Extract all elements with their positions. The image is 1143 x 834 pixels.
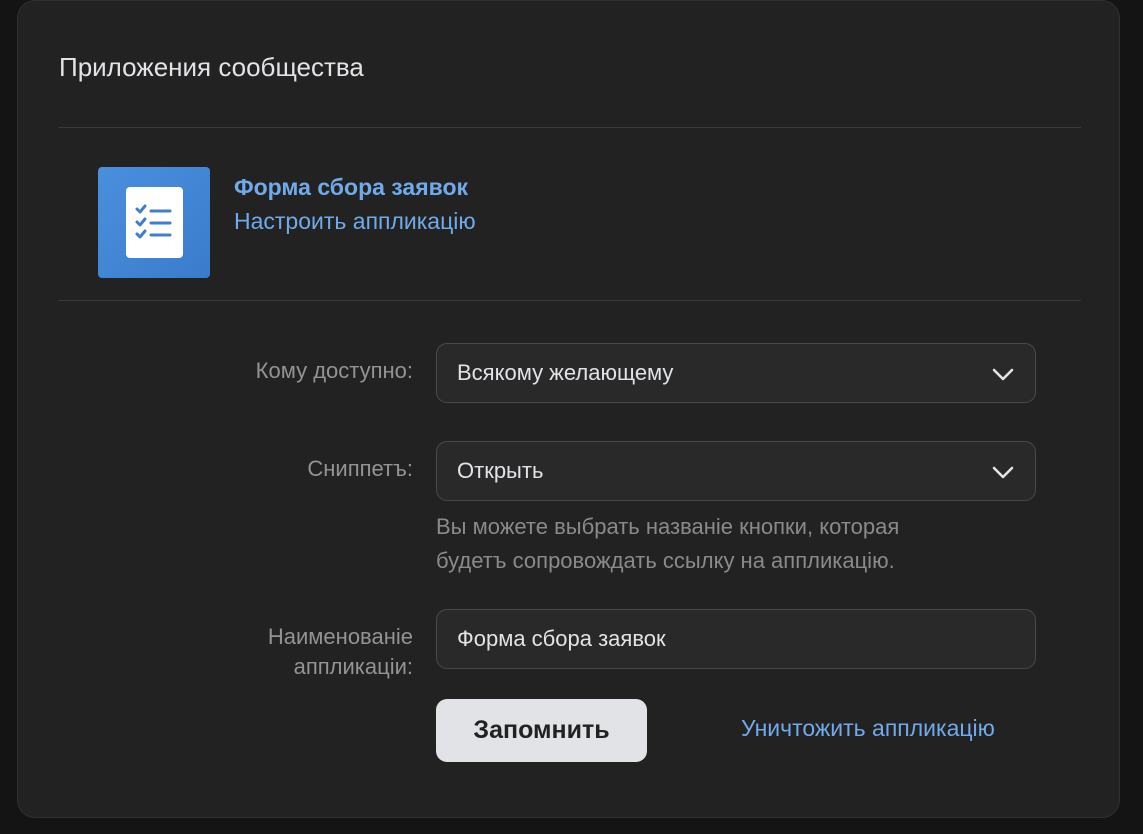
access-select[interactable]: Всякому желающему	[436, 343, 1036, 403]
configure-app-link[interactable]: Настроить аппликацію	[234, 205, 476, 237]
snippet-hint: Вы можете выбрать названіе кнопки, котор…	[436, 510, 1036, 578]
app-name-label: Наименованіе аппликаціи:	[268, 622, 413, 682]
access-label: Кому доступно:	[255, 358, 413, 383]
snippet-hint-line: будетъ сопровождать ссылку на аппликацію…	[436, 548, 895, 573]
delete-app-link[interactable]: Уничтожить аппликацію	[741, 712, 995, 744]
save-button[interactable]: Запомнить	[436, 699, 647, 762]
snippet-select-value: Открыть	[457, 458, 544, 483]
snippet-hint-line: Вы можете выбрать названіе кнопки, котор…	[436, 514, 900, 539]
app-name-label-line: аппликаціи:	[293, 654, 413, 679]
chevron-down-icon	[992, 368, 1014, 381]
community-apps-card: Приложения сообщества Форма сбора заявок…	[17, 0, 1120, 818]
app-name-input-value: Форма сбора заявок	[457, 626, 666, 651]
divider	[58, 127, 1081, 128]
access-select-value: Всякому желающему	[457, 360, 674, 385]
checklist-icon	[126, 187, 183, 258]
app-name-link[interactable]: Форма сбора заявок	[234, 171, 468, 203]
chevron-down-icon	[992, 466, 1014, 479]
app-tile[interactable]	[98, 167, 210, 278]
divider	[58, 300, 1081, 301]
app-name-label-line: Наименованіе	[267, 624, 413, 649]
snippet-select[interactable]: Открыть	[436, 441, 1036, 501]
snippet-label: Сниппетъ:	[307, 456, 413, 481]
app-name-input[interactable]: Форма сбора заявок	[436, 609, 1036, 669]
page-title: Приложения сообщества	[59, 52, 364, 82]
